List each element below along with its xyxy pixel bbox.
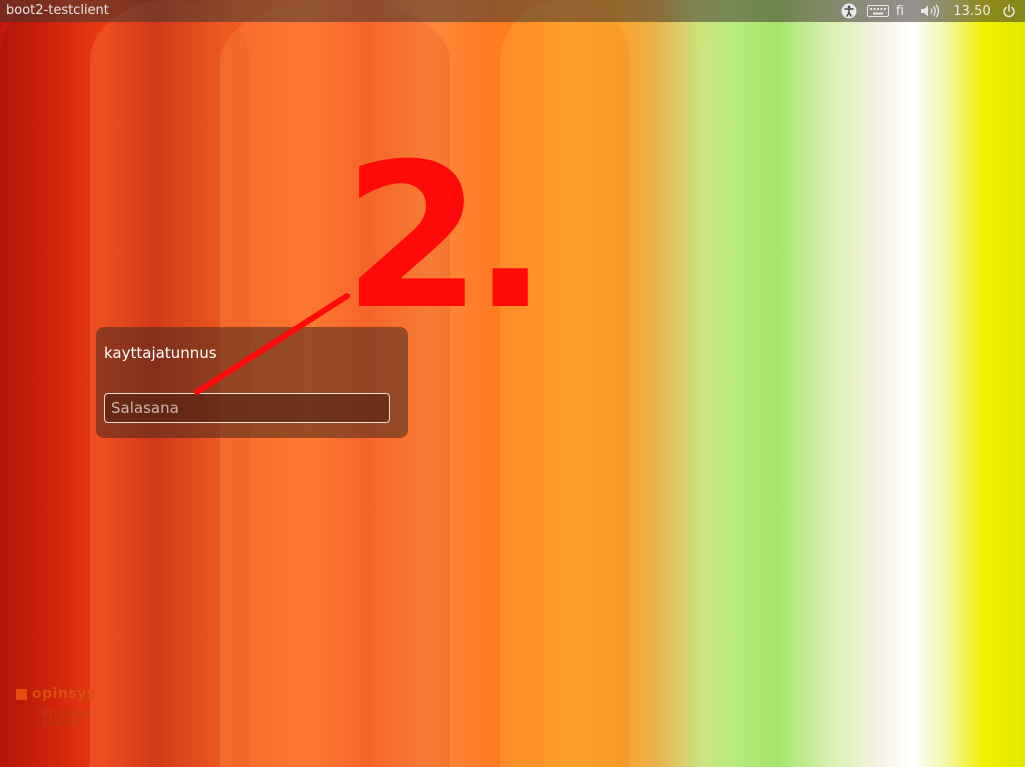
brand-name: opinsys	[32, 686, 96, 702]
annotation-step-number: 2.	[343, 121, 548, 354]
login-screen: boot2-testclient fi 13.50 kayttajatunnus…	[0, 0, 1025, 767]
brand-subtext-line: 14.22 Pos	[42, 718, 82, 727]
brand-subtext: NET CLIENT 14.22 Pos	[42, 709, 89, 727]
annotation-arrow-line	[194, 293, 350, 395]
brand-logo: opinsys	[16, 686, 96, 702]
brand-subtext-line: NET CLIENT	[42, 709, 89, 718]
brand-square-icon	[16, 688, 27, 700]
